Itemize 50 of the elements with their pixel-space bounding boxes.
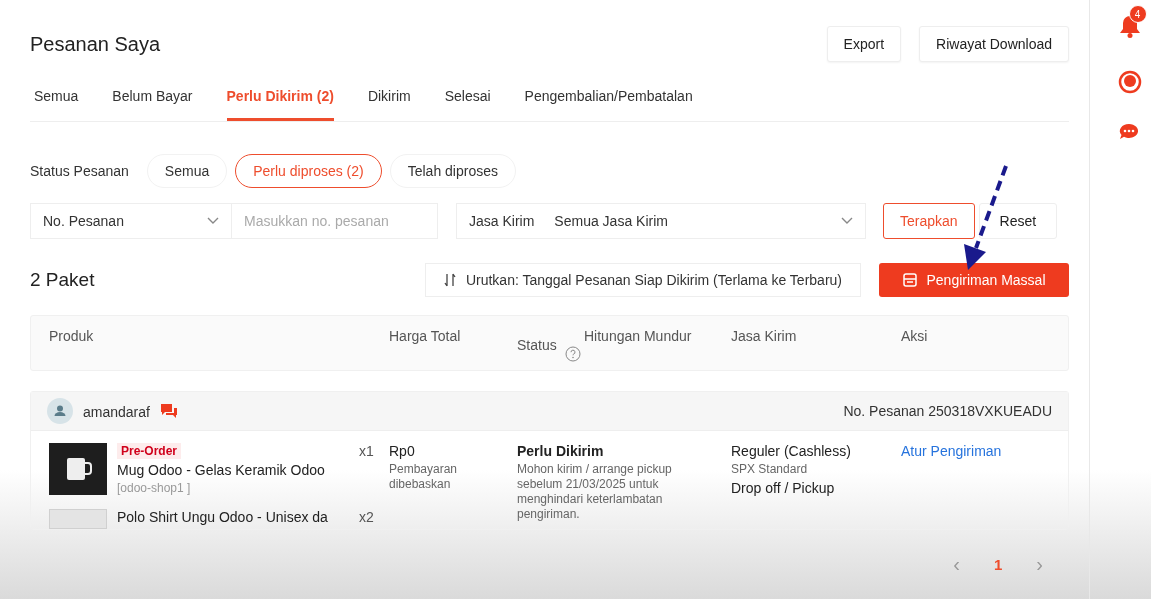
- status-filter-chip[interactable]: Perlu diproses (2): [235, 154, 382, 188]
- arrange-shipping-link[interactable]: Atur Pengiriman: [901, 443, 1068, 459]
- column-header: Jasa Kirim: [731, 328, 797, 344]
- shipping-method: Drop off / Pickup: [731, 480, 836, 496]
- column-header: Hitungan Mundur: [584, 328, 692, 344]
- shipping-type: Reguler (Cashless): [731, 443, 852, 459]
- column-header: Produk: [49, 328, 94, 344]
- order-tab[interactable]: Selesai: [444, 74, 491, 121]
- header-button[interactable]: Export: [826, 26, 902, 62]
- filter-button[interactable]: Terapkan: [883, 203, 975, 239]
- column-header: Harga Total: [389, 328, 461, 344]
- package-count: 2 Paket: [30, 269, 96, 291]
- chevron-down-icon: [207, 217, 219, 225]
- total-price: Rp0: [389, 443, 416, 459]
- filter-button[interactable]: Reset: [978, 203, 1058, 239]
- courier-dropdown[interactable]: Jasa Kirim Semua Jasa Kirim: [456, 203, 866, 239]
- sort-icon: [443, 273, 456, 287]
- order-tab[interactable]: Perlu Dikirim (2): [226, 74, 334, 121]
- payment-note: Pembayaran dibebaskan: [389, 462, 459, 492]
- item-quantity: x1: [359, 443, 375, 461]
- order-tab[interactable]: Dikirim: [367, 74, 411, 121]
- bulk-ship-button[interactable]: Pengiriman Massal: [879, 263, 1069, 297]
- chat-icon[interactable]: [159, 402, 178, 419]
- order-tab[interactable]: Belum Bayar: [112, 74, 193, 121]
- chevron-down-icon: [841, 217, 853, 225]
- search-type-dropdown[interactable]: No. Pesanan: [30, 203, 232, 239]
- page-title: Pesanan Saya: [30, 32, 161, 56]
- sort-button[interactable]: Urutkan: Tanggal Pesanan Siap Dikirim (Terlama ke Terbaru): [424, 263, 861, 297]
- header-button[interactable]: Riwayat Download: [919, 26, 1069, 62]
- status-note: Mohon kirim / arrange pickup sebelum 21/03/2025 untuk menghindari keterlambatan pengiriman.: [517, 462, 673, 522]
- column-header: Aksi: [901, 328, 928, 344]
- courier-name: SPX Standard: [731, 462, 809, 477]
- status-filter-chip[interactable]: Semua: [146, 154, 228, 188]
- order-tab[interactable]: Pengembalian/Pembatalan: [524, 74, 693, 121]
- order-tab[interactable]: Semua: [34, 74, 79, 121]
- status-filter-label: Status Pesanan: [30, 163, 129, 179]
- preorder-tag: Pre-Order: [117, 443, 182, 459]
- status-filter-chip[interactable]: Telah diproses: [389, 154, 516, 188]
- notification-badge: 4: [1128, 5, 1147, 23]
- product-name: Polo Shirt Ungu Odoo - Unisex da: [117, 509, 329, 525]
- order-number-field[interactable]: Masukkan no. pesanan: [232, 203, 438, 239]
- item-quantity: x2: [359, 509, 375, 527]
- order-status: Perlu Dikirim: [517, 443, 605, 459]
- order-number: No. Pesanan 250318VXKUEADU: [843, 403, 1052, 419]
- product-sku: [odoo-shop1 ]: [117, 481, 192, 495]
- product-name: Mug Odoo - Gelas Keramik Odoo: [117, 462, 326, 478]
- column-header: Status: [517, 337, 557, 353]
- photo-placeholder: [49, 443, 107, 495]
- buyer-name: amandaraf: [83, 403, 150, 420]
- avatar-icon: [47, 398, 73, 424]
